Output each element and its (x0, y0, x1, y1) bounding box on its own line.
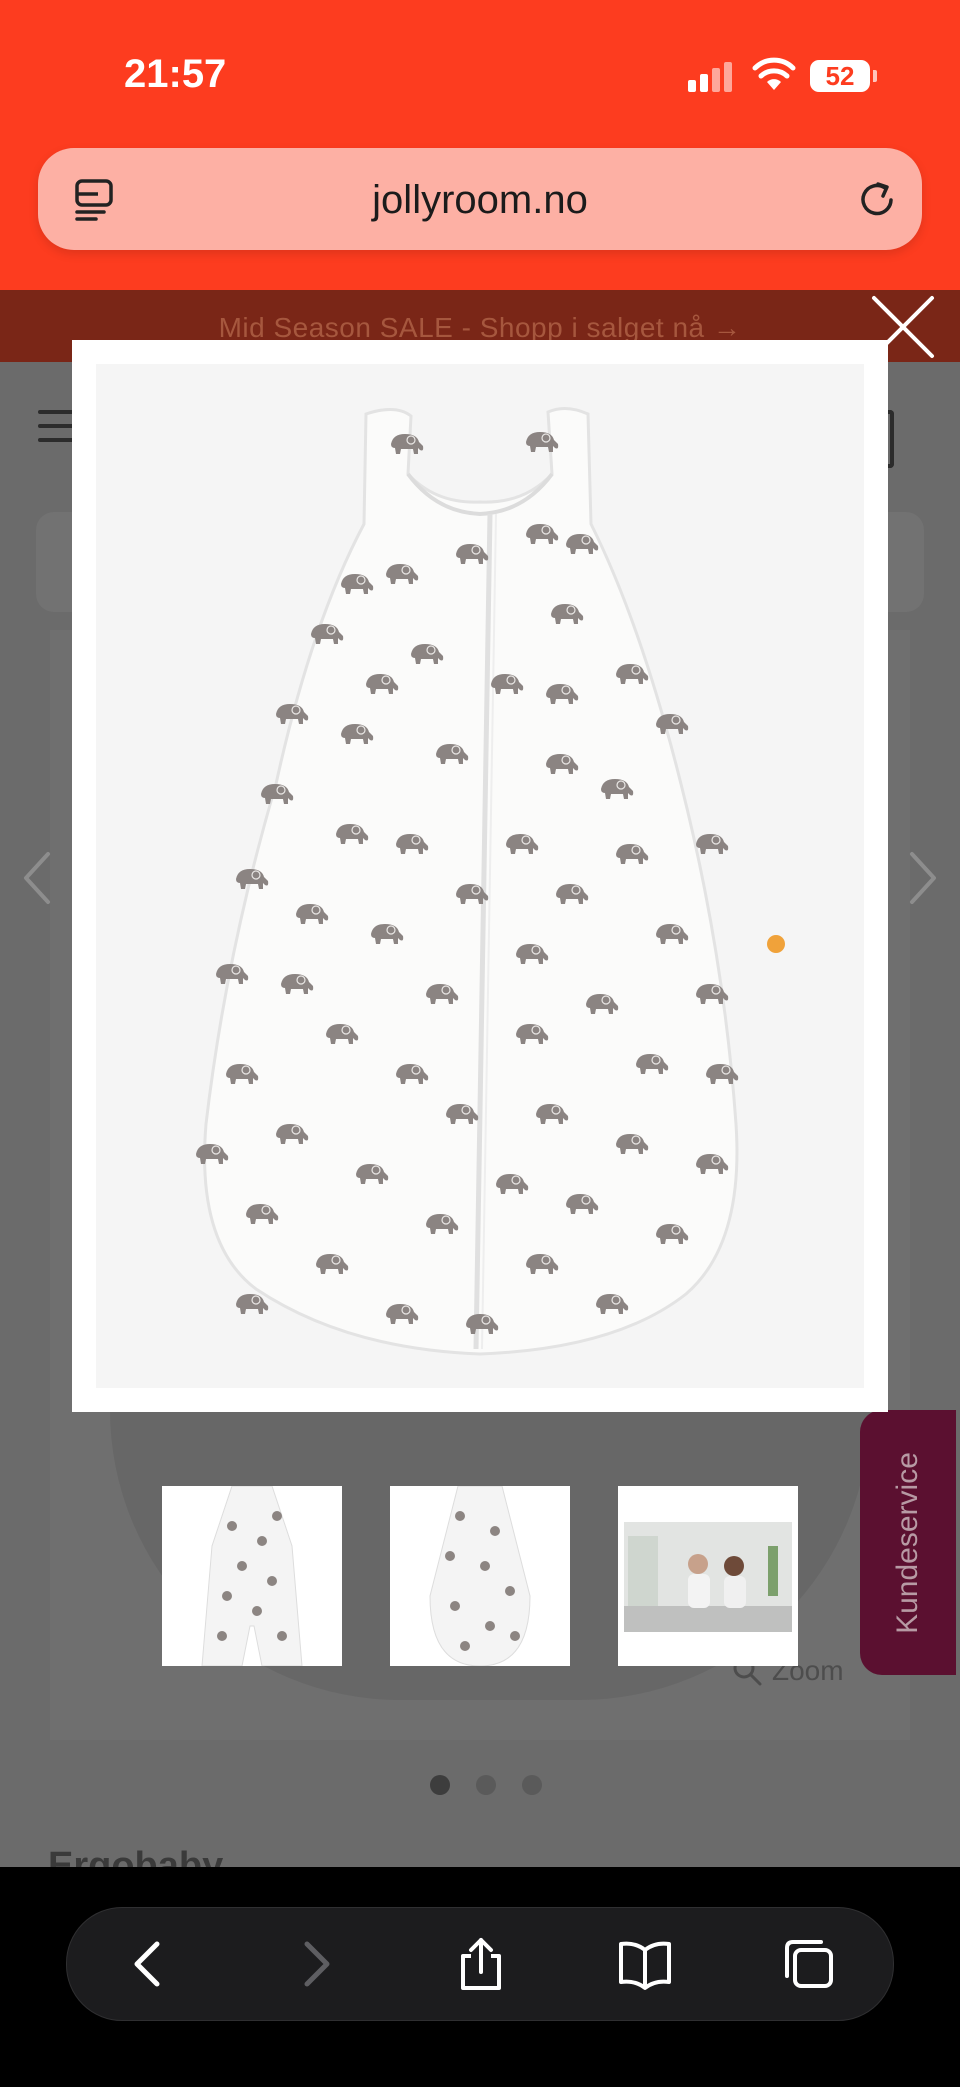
thumbnail-lifestyle-image (618, 1486, 798, 1666)
browser-toolbar (0, 1867, 960, 2087)
tabs-overview-icon[interactable] (781, 1936, 837, 1992)
forward-icon[interactable] (287, 1936, 343, 1992)
bookmarks-icon[interactable] (617, 1936, 673, 1992)
thumbnail-3[interactable] (618, 1486, 798, 1666)
thumbnail-sleepbag-image (390, 1486, 570, 1666)
url-text[interactable]: jollyroom.no (38, 178, 922, 223)
customer-service-tab[interactable]: Kundeservice (860, 1410, 956, 1675)
chevron-right-icon[interactable] (902, 850, 942, 906)
reload-icon[interactable] (854, 176, 900, 222)
thumbnail-2[interactable] (390, 1486, 570, 1666)
battery-indicator: 52 (810, 60, 877, 92)
sleeping-bag-illustration (96, 364, 864, 1388)
address-bar[interactable]: jollyroom.no (38, 148, 922, 250)
lightbox-product-image[interactable] (96, 364, 864, 1388)
battery-level: 52 (825, 60, 855, 91)
carousel-dots (430, 1775, 542, 1795)
chevron-left-icon[interactable] (18, 850, 58, 906)
image-lightbox (72, 340, 888, 1412)
share-icon[interactable] (453, 1936, 509, 1992)
wifi-icon (752, 57, 796, 90)
carousel-dot[interactable] (476, 1775, 496, 1795)
thumbnail-1[interactable] (162, 1486, 342, 1666)
carousel-dot[interactable] (522, 1775, 542, 1795)
toolbar-pill (66, 1907, 894, 2021)
back-icon[interactable] (121, 1936, 177, 1992)
signal-icon (688, 62, 734, 92)
carousel-dot[interactable] (430, 1775, 450, 1795)
browser-header: 21:57 52 jollyroom.no (0, 0, 960, 290)
customer-service-label[interactable]: Kundeservice (891, 1452, 925, 1634)
status-time: 21:57 (124, 52, 227, 96)
close-icon[interactable] (868, 292, 938, 362)
thumbnail-sleepsuit-image (162, 1486, 342, 1666)
